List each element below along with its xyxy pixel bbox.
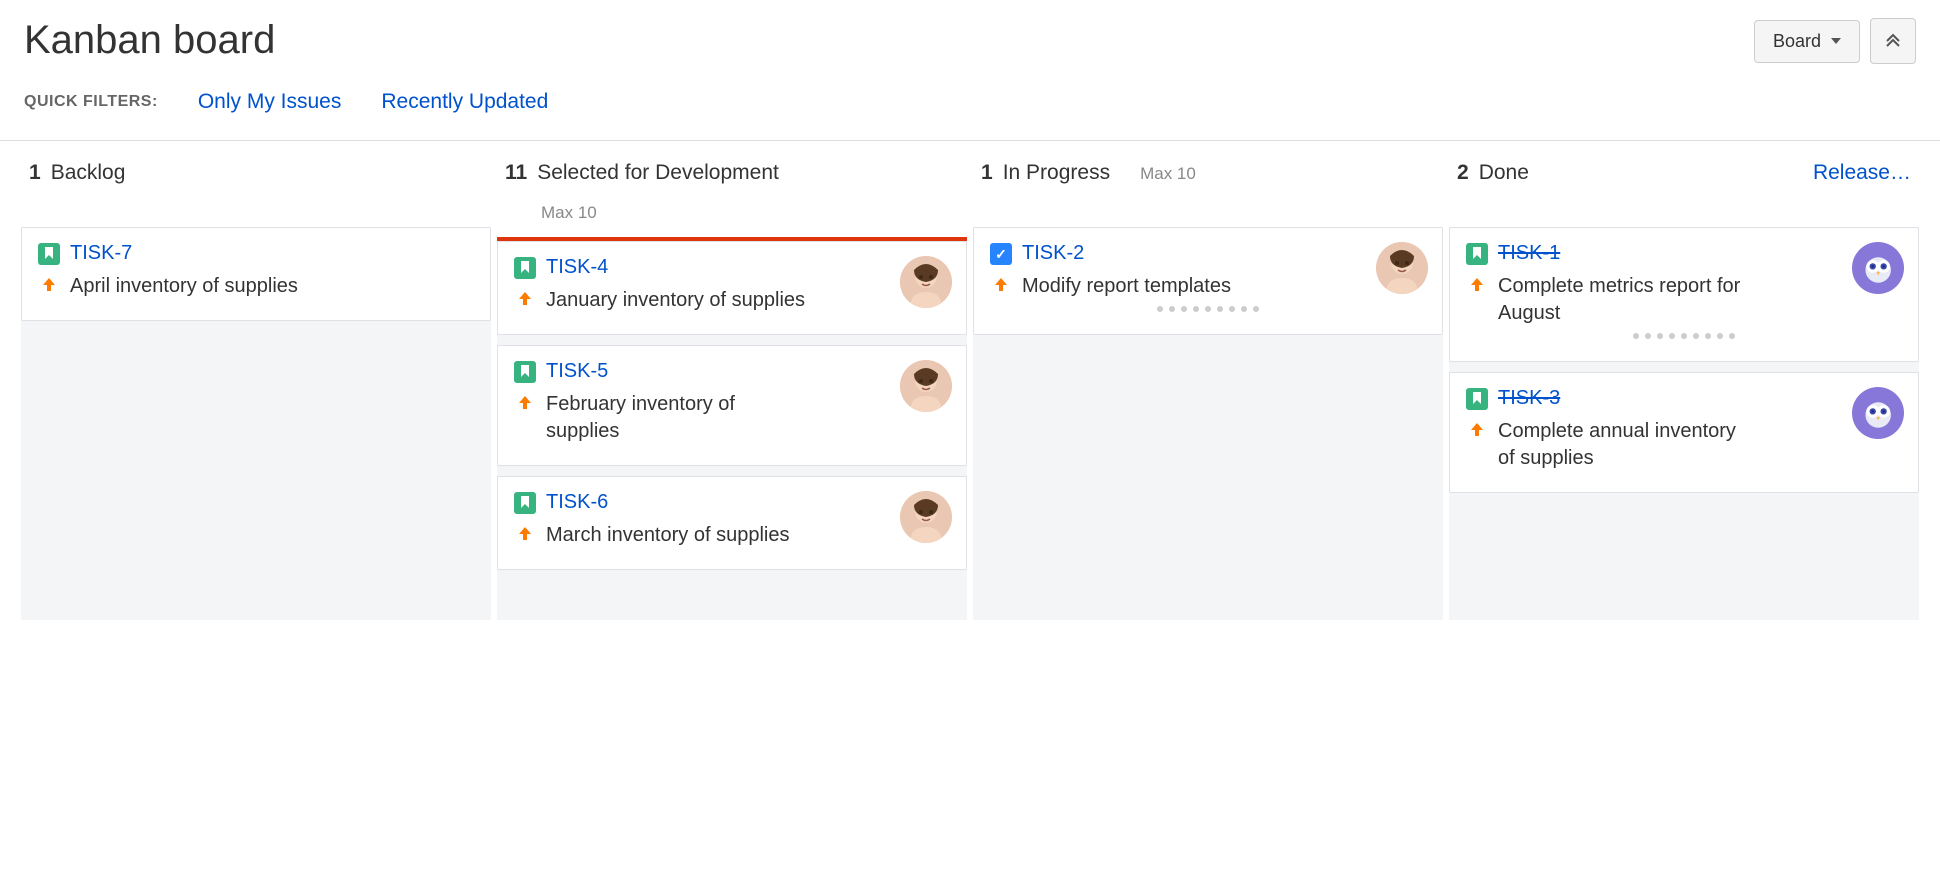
assignee-avatar[interactable]: [900, 360, 952, 412]
column-count: 11: [505, 161, 527, 185]
issue-card[interactable]: TISK-4 January inventory of supplies: [497, 241, 967, 335]
priority-up-icon: [514, 391, 536, 413]
column-name: Selected for Development: [537, 161, 779, 185]
column-in-progress: 1 In Progress Max 10 ✓ TISK-2 Modify report t…: [970, 141, 1446, 620]
column-done: 2 Done Release… TISK-1 Complete metrics repo…: [1446, 141, 1922, 620]
issue-key[interactable]: TISK-6: [546, 491, 608, 514]
issue-key[interactable]: TISK-3: [1498, 387, 1560, 410]
issue-card[interactable]: TISK-3 Complete annual inventory of suppl…: [1449, 372, 1919, 493]
release-link[interactable]: Release…: [1813, 161, 1911, 184]
issue-card[interactable]: ✓ TISK-2 Modify report templates: [973, 227, 1443, 335]
story-icon: [38, 243, 60, 265]
card-dots: [990, 300, 1426, 314]
column-count: 1: [981, 161, 993, 185]
priority-up-icon: [514, 522, 536, 544]
card-dots: [1466, 327, 1902, 341]
story-icon: [514, 492, 536, 514]
issue-card[interactable]: TISK-1 Complete metrics report for August: [1449, 227, 1919, 362]
board-dropdown-label: Board: [1773, 31, 1821, 52]
board-dropdown[interactable]: Board: [1754, 20, 1860, 63]
priority-up-icon: [38, 273, 60, 295]
issue-summary: February inventory of supplies: [546, 391, 806, 445]
issue-summary: Complete annual inventory of supplies: [1498, 418, 1758, 472]
story-icon: [1466, 243, 1488, 265]
assignee-avatar[interactable]: [1376, 242, 1428, 294]
column-name: In Progress: [1003, 161, 1110, 185]
issue-summary: Complete metrics report for August: [1498, 273, 1758, 327]
issue-key[interactable]: TISK-2: [1022, 242, 1084, 265]
issue-summary: January inventory of supplies: [546, 287, 805, 314]
issue-summary: April inventory of supplies: [70, 273, 298, 300]
assignee-avatar[interactable]: [900, 256, 952, 308]
column-body[interactable]: TISK-1 Complete metrics report for August…: [1449, 227, 1919, 620]
issue-summary: March inventory of supplies: [546, 522, 789, 549]
column-count: 2: [1457, 161, 1469, 185]
page-title: Kanban board: [24, 18, 275, 63]
column-name: Backlog: [51, 161, 126, 185]
priority-up-icon: [1466, 418, 1488, 440]
column-max: Max 10: [541, 203, 881, 223]
issue-card[interactable]: TISK-5 February inventory of supplies: [497, 345, 967, 466]
issue-card[interactable]: TISK-6 March inventory of supplies: [497, 476, 967, 570]
filter-recently-updated[interactable]: Recently Updated: [381, 90, 548, 114]
story-icon: [514, 257, 536, 279]
column-backlog: 1 Backlog TISK-7 April inventory of supplie…: [18, 141, 494, 620]
column-name: Done: [1479, 161, 1529, 185]
issue-key[interactable]: TISK-4: [546, 256, 608, 279]
column-selected-for-development: 11 Selected for Development Max 10 TISK-4 Ja…: [494, 141, 970, 620]
column-body[interactable]: TISK-7 April inventory of supplies: [21, 227, 491, 620]
issue-key[interactable]: TISK-5: [546, 360, 608, 383]
issue-card[interactable]: TISK-7 April inventory of supplies: [21, 227, 491, 321]
assignee-avatar[interactable]: [900, 491, 952, 543]
issue-key[interactable]: TISK-7: [70, 242, 132, 265]
column-body[interactable]: ✓ TISK-2 Modify report templates: [973, 227, 1443, 620]
column-body[interactable]: TISK-4January inventory of suppliesTISK-…: [497, 237, 967, 620]
issue-summary: Modify report templates: [1022, 273, 1231, 300]
story-icon: [514, 361, 536, 383]
filter-only-my-issues[interactable]: Only My Issues: [198, 90, 342, 114]
quick-filters-label: QUICK FILTERS:: [24, 93, 158, 111]
caret-down-icon: [1831, 38, 1841, 44]
column-count: 1: [29, 161, 41, 185]
assignee-avatar[interactable]: [1852, 387, 1904, 439]
double-chevron-up-icon: [1885, 31, 1901, 52]
priority-up-icon: [514, 287, 536, 309]
collapse-button[interactable]: [1870, 18, 1916, 64]
priority-up-icon: [1466, 273, 1488, 295]
assignee-avatar[interactable]: [1852, 242, 1904, 294]
issue-key[interactable]: TISK-1: [1498, 242, 1560, 265]
priority-up-icon: [990, 273, 1012, 295]
column-max: Max 10: [1140, 164, 1196, 184]
story-icon: [1466, 388, 1488, 410]
task-icon: ✓: [990, 243, 1012, 265]
